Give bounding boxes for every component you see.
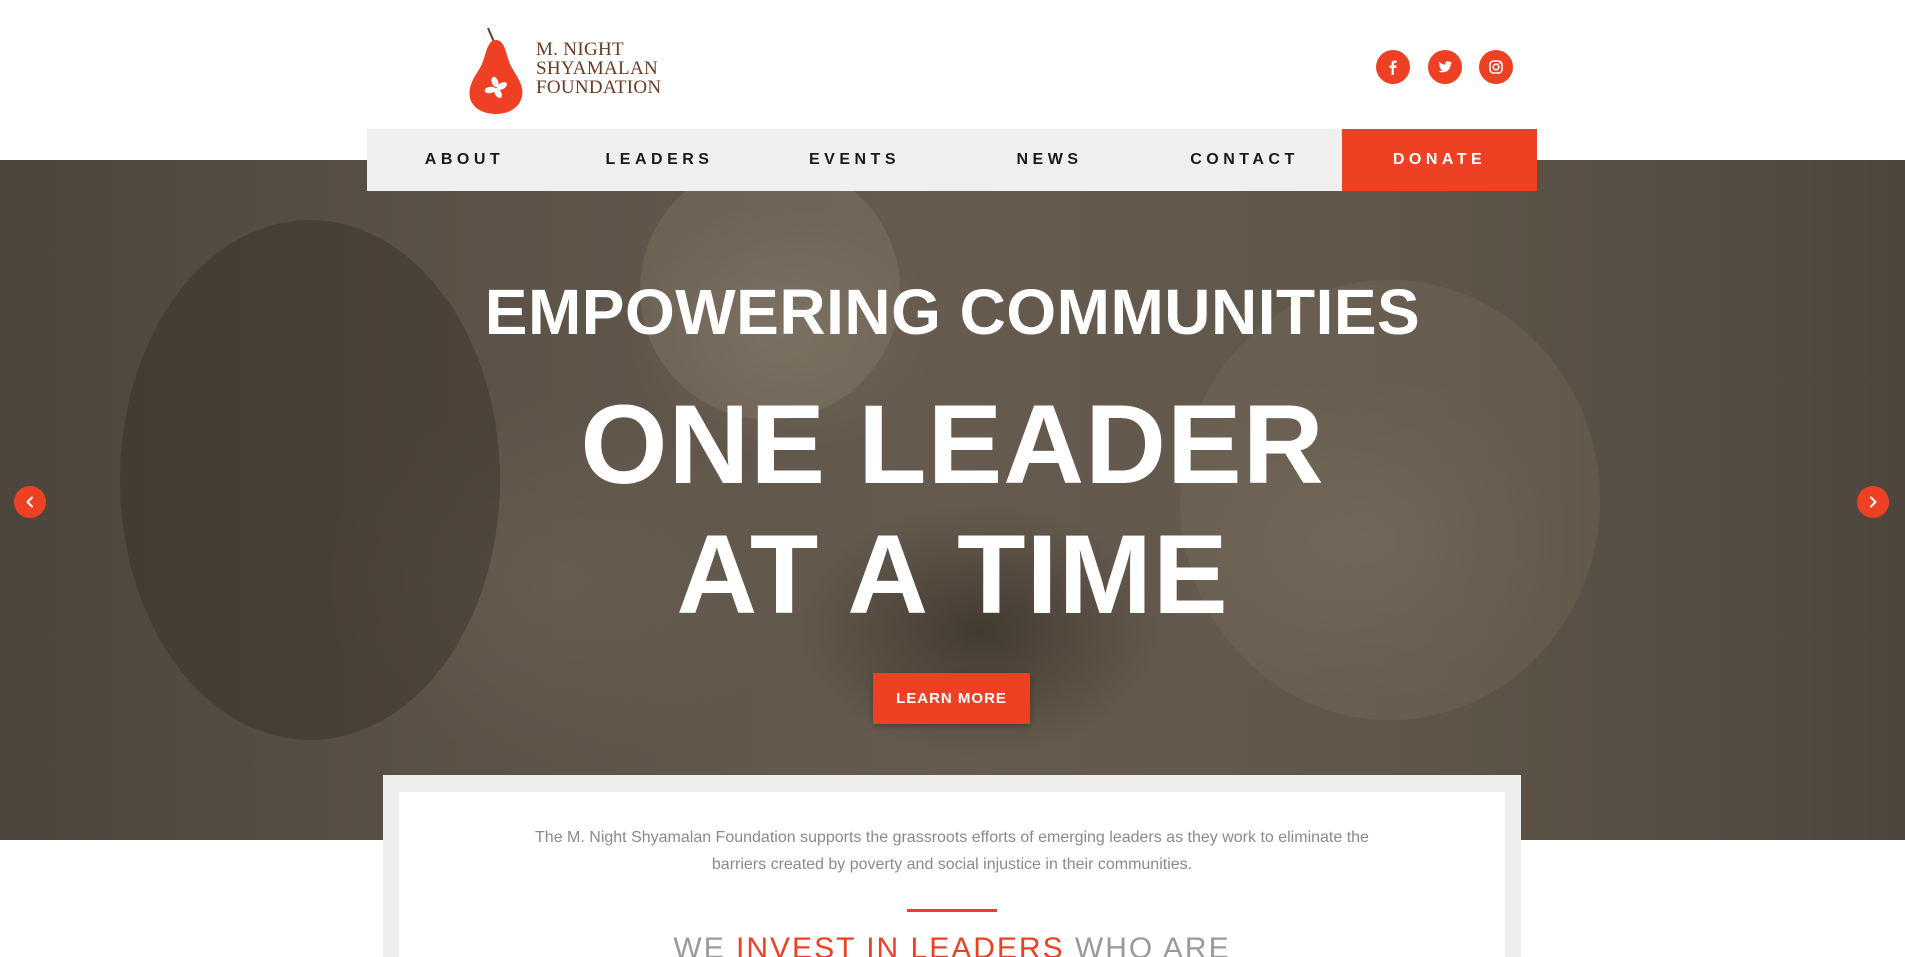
facebook-button[interactable] — [1376, 50, 1410, 84]
slider-prev-button[interactable] — [14, 486, 46, 518]
logo-line-1: M. NIGHT — [536, 39, 624, 60]
section-divider — [907, 909, 997, 912]
hero-title-line-1: ONE LEADER — [580, 382, 1325, 507]
pear-logo-icon — [469, 27, 523, 114]
slider-next-button[interactable] — [1857, 486, 1889, 518]
chevron-left-icon — [26, 496, 33, 508]
logo-wordmark: M. NIGHT SHYAMALAN FOUNDATION — [536, 40, 661, 97]
donate-button[interactable]: DONATE — [1342, 129, 1537, 191]
intro-card-frame: The M. Night Shyamalan Foundation suppor… — [383, 775, 1521, 957]
tagline-accent: INVEST IN LEADERS — [736, 932, 1065, 957]
chevron-right-icon — [1870, 496, 1877, 508]
tagline-prefix: WE — [673, 932, 737, 957]
nav-item-events[interactable]: EVENTS — [757, 129, 952, 191]
instagram-button[interactable] — [1479, 50, 1513, 84]
intro-text: The M. Night Shyamalan Foundation suppor… — [535, 829, 1369, 873]
nav-item-leaders[interactable]: LEADERS — [562, 129, 757, 191]
tagline-suffix: WHO ARE — [1064, 932, 1231, 957]
intro-card: The M. Night Shyamalan Foundation suppor… — [399, 792, 1505, 957]
twitter-icon — [1438, 61, 1452, 73]
learn-more-button[interactable]: LEARN MORE — [873, 673, 1030, 724]
nav-item-news[interactable]: NEWS — [952, 129, 1147, 191]
facebook-icon — [1389, 60, 1397, 75]
foundation-logo[interactable]: M. NIGHT SHYAMALAN FOUNDATION — [466, 22, 686, 114]
hero-slider: EMPOWERING COMMUNITIES ONE LEADER AT A T… — [0, 160, 1905, 840]
nav-item-contact[interactable]: CONTACT — [1147, 129, 1342, 191]
hero-subtitle: EMPOWERING COMMUNITIES — [484, 276, 1421, 348]
twitter-button[interactable] — [1428, 50, 1462, 84]
nav-item-about[interactable]: ABOUT — [367, 129, 562, 191]
instagram-icon — [1489, 60, 1503, 74]
mission-tagline: WE INVEST IN LEADERS WHO ARE — [399, 932, 1505, 957]
main-nav: ABOUT LEADERS EVENTS NEWS CONTACT DONATE — [367, 129, 1537, 191]
logo-line-2: SHYAMALAN — [536, 58, 658, 79]
logo-line-3: FOUNDATION — [536, 77, 662, 98]
hero-title-line-2: AT A TIME — [676, 512, 1229, 637]
